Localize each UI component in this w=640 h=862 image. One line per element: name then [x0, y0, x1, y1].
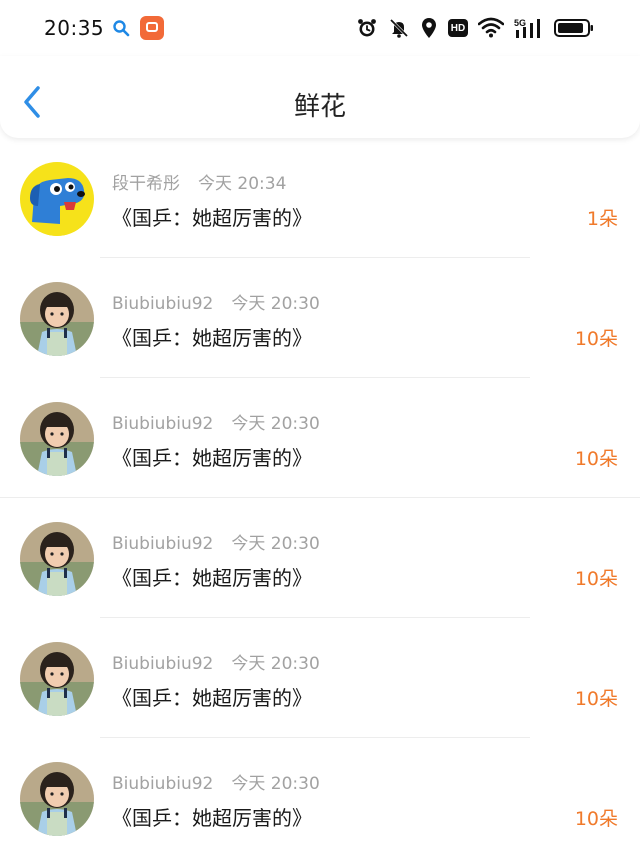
- signal-5g-icon: 5G: [514, 17, 544, 39]
- hd-icon: HD: [448, 19, 468, 37]
- username: Biubiubiu92: [112, 294, 214, 314]
- list-item[interactable]: Biubiubiu92 今天 20:30 《国乒：她超厉害的》 10朵: [0, 500, 640, 618]
- username: Biubiubiu92: [112, 414, 214, 434]
- wifi-icon: [478, 17, 504, 39]
- status-time: 20:35: [44, 16, 105, 40]
- flower-count: 10朵: [574, 568, 618, 590]
- list-item[interactable]: Biubiubiu92 今天 20:30 《国乒：她超厉害的》 10朵: [0, 620, 640, 738]
- article-title[interactable]: 《国乒：她超厉害的》: [112, 442, 312, 471]
- avatar[interactable]: [20, 762, 94, 836]
- list-item[interactable]: Biubiubiu92 今天 20:30 《国乒：她超厉害的》 10朵: [0, 380, 640, 498]
- list-item[interactable]: Biubiubiu92 今天 20:30 《国乒：她超厉害的》 10朵: [0, 260, 640, 378]
- item-meta: Biubiubiu92 今天 20:30: [112, 409, 320, 434]
- username: Biubiubiu92: [112, 654, 214, 674]
- avatar[interactable]: [20, 162, 94, 236]
- item-meta: Biubiubiu92 今天 20:30: [112, 649, 320, 674]
- divider: [100, 617, 530, 618]
- list-item[interactable]: Biubiubiu92 今天 20:30 《国乒：她超厉害的》 10朵: [0, 740, 640, 858]
- item-meta: Biubiubiu92 今天 20:30: [112, 529, 320, 554]
- flower-count: 10朵: [574, 328, 618, 350]
- page-title: 鲜花: [293, 92, 346, 122]
- alarm-icon: [356, 17, 378, 39]
- avatar[interactable]: [20, 642, 94, 716]
- divider: [100, 377, 530, 378]
- battery-icon: [554, 17, 594, 39]
- timestamp: 今天 20:30: [231, 654, 320, 674]
- header: 鲜花: [0, 56, 640, 138]
- avatar[interactable]: [20, 282, 94, 356]
- item-meta: 段干希彤 今天 20:34: [112, 169, 286, 194]
- username: Biubiubiu92: [112, 534, 214, 554]
- flower-count: 10朵: [574, 808, 618, 830]
- avatar[interactable]: [20, 522, 94, 596]
- divider: [0, 497, 640, 498]
- article-title[interactable]: 《国乒：她超厉害的》: [112, 322, 312, 351]
- timestamp: 今天 20:30: [231, 414, 320, 434]
- divider: [100, 257, 530, 258]
- search-icon: [112, 19, 130, 37]
- flower-count: 10朵: [574, 448, 618, 470]
- article-title[interactable]: 《国乒：她超厉害的》: [112, 682, 312, 711]
- timestamp: 今天 20:34: [198, 174, 287, 194]
- username: Biubiubiu92: [112, 774, 214, 794]
- flower-count: 1朵: [586, 208, 618, 230]
- avatar[interactable]: [20, 402, 94, 476]
- flower-list: 段干希彤 今天 20:34 《国乒：她超厉害的》 1朵 Biubiubiu92 …: [0, 140, 640, 862]
- username: 段干希彤: [112, 174, 180, 194]
- screen: 20:35 HD 5G 鲜花 段干希彤 今天 20:34 《国乒：她超厉害的》 …: [0, 0, 640, 862]
- article-title[interactable]: 《国乒：她超厉害的》: [112, 802, 312, 831]
- status-bar: 20:35 HD 5G: [0, 0, 640, 56]
- item-meta: Biubiubiu92 今天 20:30: [112, 289, 320, 314]
- app-notification-icon: [140, 16, 164, 40]
- location-icon: [420, 17, 438, 39]
- timestamp: 今天 20:30: [231, 534, 320, 554]
- article-title[interactable]: 《国乒：她超厉害的》: [112, 562, 312, 591]
- status-icons: HD 5G: [356, 16, 594, 40]
- svg-text:5G: 5G: [514, 18, 526, 28]
- item-meta: Biubiubiu92 今天 20:30: [112, 769, 320, 794]
- article-title[interactable]: 《国乒：她超厉害的》: [112, 202, 312, 231]
- list-item[interactable]: 段干希彤 今天 20:34 《国乒：她超厉害的》 1朵: [0, 140, 640, 258]
- timestamp: 今天 20:30: [231, 294, 320, 314]
- mute-bell-icon: [388, 17, 410, 39]
- flower-count: 10朵: [574, 688, 618, 710]
- divider: [100, 737, 530, 738]
- timestamp: 今天 20:30: [231, 774, 320, 794]
